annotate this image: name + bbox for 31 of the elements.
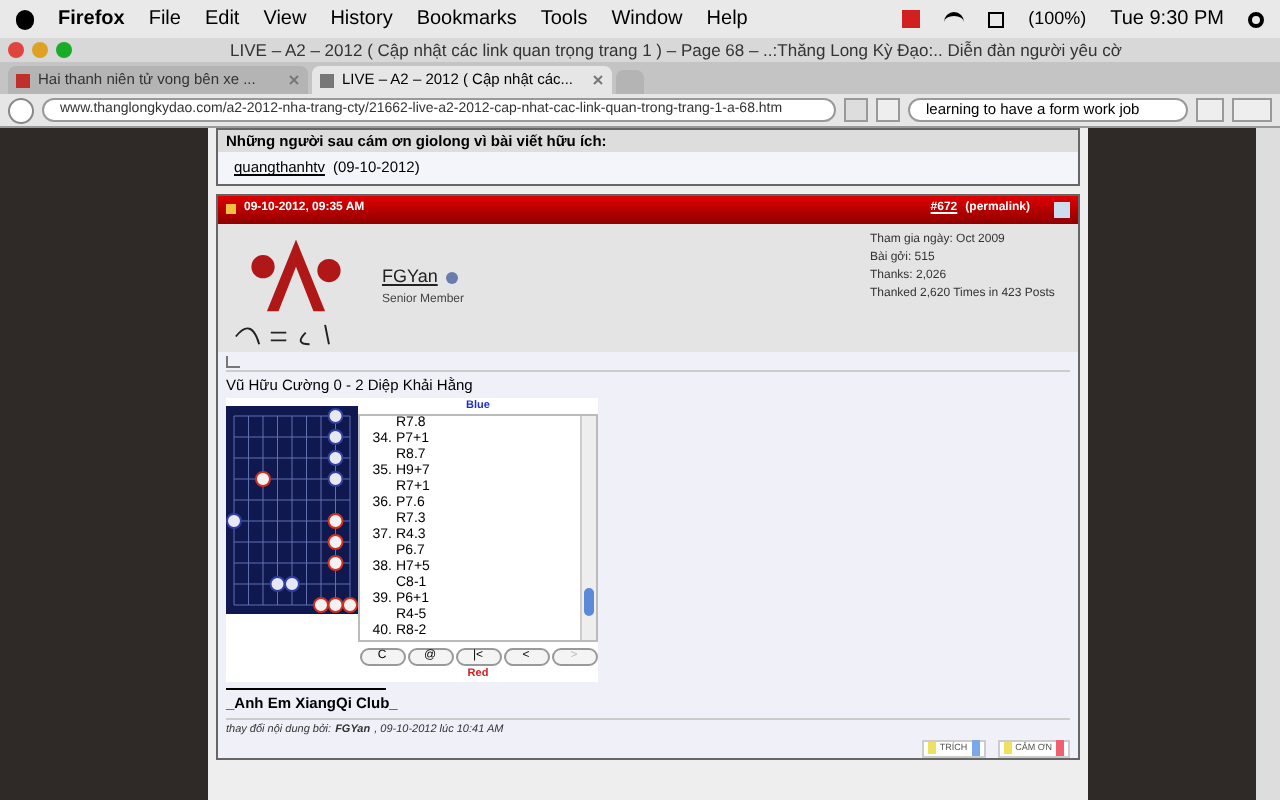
menu-item[interactable]: Window: [611, 4, 683, 34]
post-icon: [226, 204, 236, 214]
menu-item[interactable]: Edit: [204, 4, 240, 34]
menu-item[interactable]: Bookmarks: [416, 4, 517, 34]
back-button[interactable]: [8, 97, 34, 123]
menu-item[interactable]: Tools: [540, 4, 588, 34]
window-title: LIVE – A2 – 2012 ( Cập nhật các link quan trọng trang 1 ) – Page 68 – ..:Thăng Long Kỳ Đạo:.. Diễn đàn người yêu cờ: [228, 37, 1124, 63]
menu-item[interactable]: History: [330, 4, 393, 34]
reload-button[interactable]: [876, 98, 900, 122]
menu-item[interactable]: View: [263, 4, 307, 34]
zoom-button[interactable]: [56, 42, 72, 58]
bookmarks-button[interactable]: [1232, 98, 1272, 122]
home-button[interactable]: [1196, 98, 1224, 122]
username-link[interactable]: FGYan: [382, 264, 438, 292]
close-button[interactable]: [8, 42, 24, 58]
menu-item[interactable]: Help: [706, 4, 748, 34]
close-icon[interactable]: [592, 74, 604, 86]
status-icon[interactable]: [902, 10, 921, 28]
stop-button[interactable]: [844, 98, 868, 122]
close-icon[interactable]: [288, 74, 300, 86]
minimize-button[interactable]: [32, 42, 48, 58]
clock[interactable]: Tue 9:30 PM: [1110, 4, 1224, 34]
battery-level: (100%): [1028, 5, 1087, 32]
offline-status-icon: [445, 272, 458, 284]
scrollbar[interactable]: [580, 416, 596, 640]
menu-item[interactable]: File: [148, 4, 181, 34]
scrollbar[interactable]: [1256, 128, 1280, 800]
menu-item[interactable]: Firefox: [58, 4, 125, 34]
search-icon[interactable]: [1248, 11, 1264, 27]
report-icon[interactable]: [1054, 201, 1070, 217]
post-icon: [226, 355, 240, 367]
